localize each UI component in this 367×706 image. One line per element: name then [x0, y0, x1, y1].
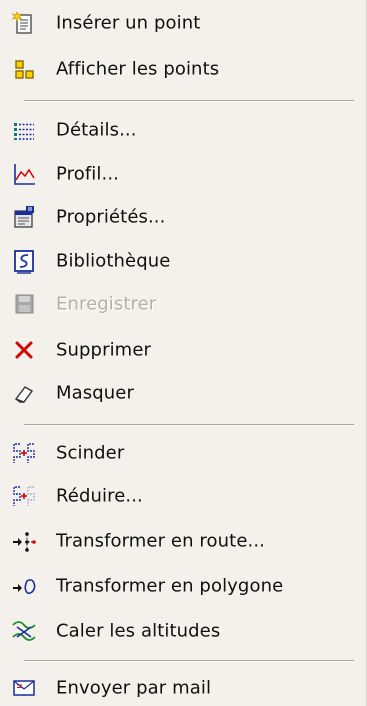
delete-x-icon — [10, 336, 38, 364]
menu-item-label: Masquer — [56, 382, 134, 404]
menu-item-label: Profil... — [56, 163, 119, 185]
menu-separator — [24, 660, 354, 662]
menu-item-label: Envoyer par mail — [56, 677, 212, 699]
split-icon — [10, 439, 38, 467]
reduce-icon — [10, 482, 38, 510]
properties-icon — [10, 203, 38, 231]
menu-item-to-route[interactable]: Transformer en route... — [0, 524, 366, 558]
menu-separator — [24, 100, 354, 102]
menu-item-label: Transformer en polygone — [56, 575, 284, 597]
menu-item-profile[interactable]: Profil... — [0, 157, 366, 191]
context-menu: Insérer un point Afficher les points Dét… — [0, 0, 367, 706]
menu-item-save: Enregistrer — [0, 287, 366, 321]
menu-item-reduce[interactable]: Réduire... — [0, 479, 366, 513]
menu-item-send-mail[interactable]: Envoyer par mail — [0, 671, 366, 705]
menu-item-delete[interactable]: Supprimer — [0, 333, 366, 367]
menu-item-insert-point[interactable]: Insérer un point — [0, 6, 366, 40]
menu-item-label: Transformer en route... — [56, 530, 265, 552]
profile-chart-icon — [10, 160, 38, 188]
details-list-icon — [10, 116, 38, 144]
mail-envelope-icon — [10, 674, 38, 702]
library-icon — [10, 247, 38, 275]
menu-item-hide[interactable]: Masquer — [0, 376, 366, 410]
hide-eraser-icon — [10, 379, 38, 407]
save-floppy-icon — [10, 290, 38, 318]
menu-item-label: Scinder — [56, 442, 125, 464]
menu-item-split[interactable]: Scinder — [0, 436, 366, 470]
to-polygon-icon — [10, 572, 38, 600]
menu-separator — [24, 424, 354, 426]
menu-item-label: Détails... — [56, 119, 137, 141]
menu-item-properties[interactable]: Propriétés... — [0, 200, 366, 234]
menu-item-label: Réduire... — [56, 485, 143, 507]
menu-item-label: Enregistrer — [56, 293, 157, 315]
menu-item-label: Caler les altitudes — [56, 620, 221, 642]
menu-item-label: Propriétés... — [56, 206, 166, 228]
menu-item-label: Supprimer — [56, 339, 151, 361]
menu-item-show-points[interactable]: Afficher les points — [0, 52, 366, 86]
altitudes-icon — [10, 617, 38, 645]
menu-item-label: Afficher les points — [56, 58, 220, 80]
insert-point-icon — [10, 9, 38, 37]
menu-item-label: Bibliothèque — [56, 250, 171, 272]
menu-item-label: Insérer un point — [56, 12, 201, 34]
menu-item-to-polygon[interactable]: Transformer en polygone — [0, 569, 366, 603]
menu-item-library[interactable]: Bibliothèque — [0, 244, 366, 278]
to-route-icon — [10, 527, 38, 555]
menu-item-details[interactable]: Détails... — [0, 113, 366, 147]
menu-item-altitudes[interactable]: Caler les altitudes — [0, 614, 366, 648]
show-points-icon — [10, 55, 38, 83]
